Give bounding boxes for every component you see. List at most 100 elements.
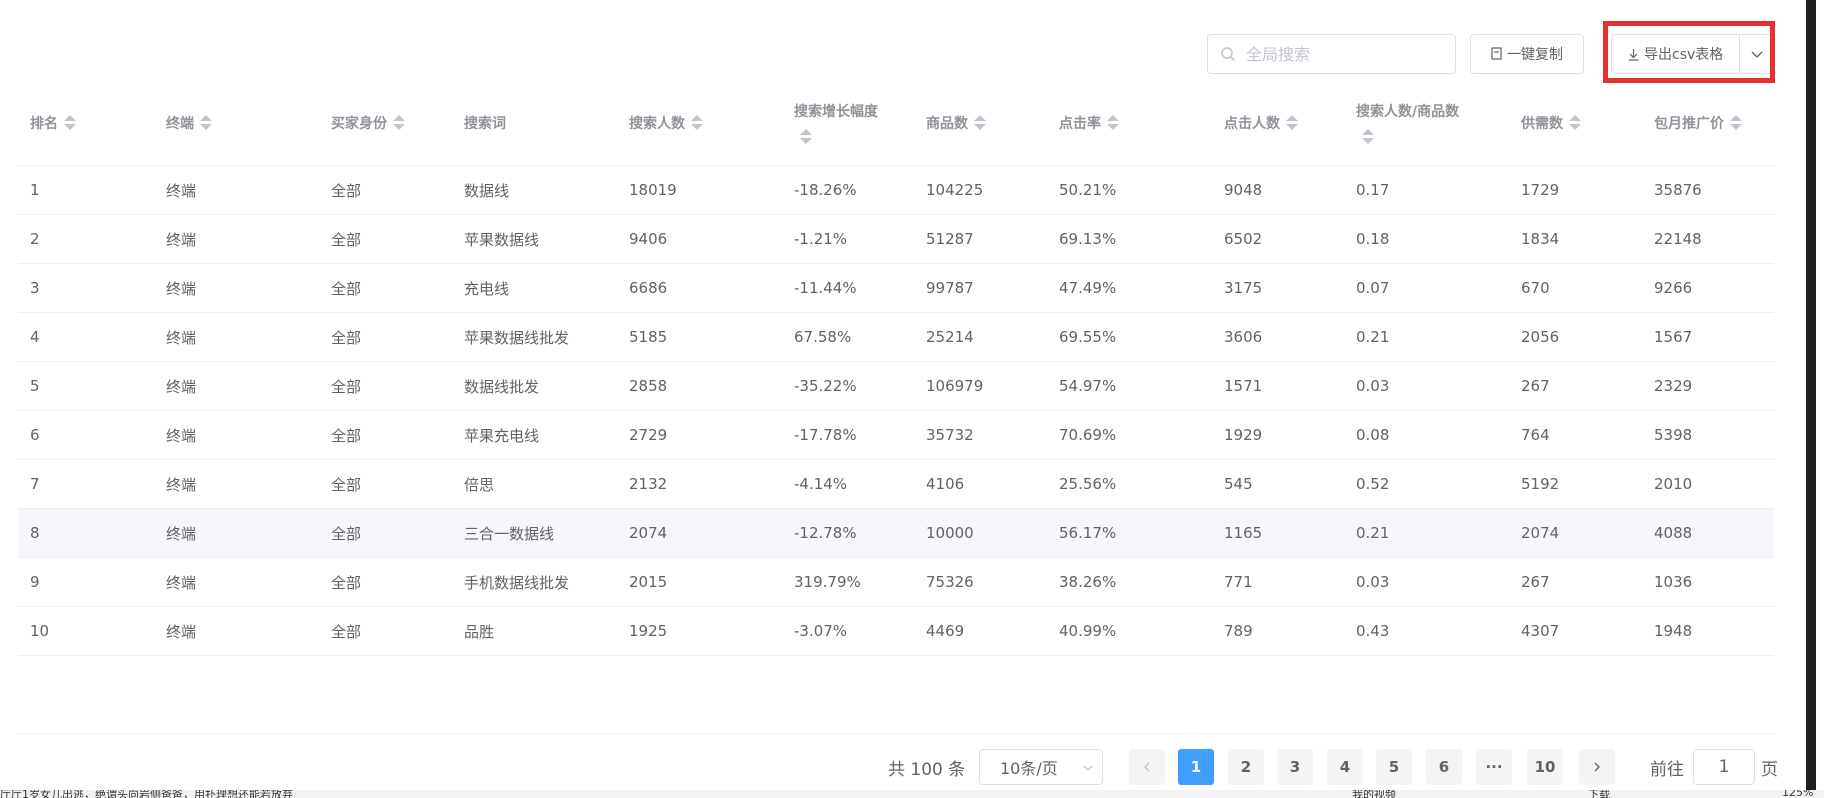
table-cell: 终端 bbox=[166, 328, 197, 347]
page-button[interactable]: 2 bbox=[1228, 749, 1264, 785]
table-cell: 全部 bbox=[331, 377, 362, 396]
news-ticker[interactable]: 厅厅1岁女儿出逃，绝谓头向岩侧爸爸，用扑理想还能若放弃 bbox=[0, 790, 293, 798]
table-cell: 终端 bbox=[166, 377, 197, 396]
highlight-box bbox=[1603, 21, 1775, 83]
table-cell: 51287 bbox=[926, 230, 974, 248]
table-cell: 69.55% bbox=[1059, 328, 1117, 346]
sort-icon[interactable] bbox=[1362, 129, 1374, 144]
page-button[interactable]: 10 bbox=[1527, 749, 1563, 785]
my-video-link[interactable]: 我的视频 bbox=[1352, 790, 1396, 798]
page-button[interactable]: 3 bbox=[1277, 749, 1313, 785]
table-cell: 全部 bbox=[331, 230, 362, 249]
sort-icon[interactable] bbox=[200, 115, 212, 130]
table-cell: 106979 bbox=[926, 377, 984, 395]
table-cell: 104225 bbox=[926, 181, 984, 199]
table-cell: 全部 bbox=[331, 426, 362, 445]
search-input[interactable] bbox=[1246, 44, 1446, 64]
sort-icon[interactable] bbox=[691, 115, 703, 130]
sort-icon[interactable] bbox=[1107, 115, 1119, 130]
search-input-wrapper[interactable] bbox=[1207, 34, 1456, 74]
column-header-search-per-product[interactable]: 搜索人数/商品数 bbox=[1344, 80, 1509, 165]
table-row[interactable]: 1 终端 全部 数据线 18019 -18.26% 104225 50.21% 9048 0.17… bbox=[18, 166, 1774, 215]
table-cell: 全部 bbox=[331, 475, 362, 494]
column-header-monthly-price[interactable]: 包月推广价 bbox=[1642, 80, 1774, 165]
table-cell: 苹果数据线 bbox=[464, 230, 540, 249]
page-jump-input[interactable]: 1 bbox=[1693, 749, 1755, 785]
scrollbar-thumb[interactable] bbox=[1806, 0, 1816, 790]
chevron-down-icon bbox=[1083, 765, 1093, 771]
table-cell: 4106 bbox=[926, 475, 965, 493]
column-header-buyer-identity[interactable]: 买家身份 bbox=[319, 80, 452, 165]
table-row[interactable]: 9 终端 全部 手机数据线批发 2015 319.79% 75326 38.26% 771 0.0… bbox=[18, 558, 1774, 607]
browser-status-bar: 厅厅1岁女儿出逃，绝谓头向岩侧爸爸，用扑理想还能若放弃 我的视频 下载 125% bbox=[0, 790, 1824, 798]
sort-icon[interactable] bbox=[974, 115, 986, 130]
sort-icon[interactable] bbox=[1569, 115, 1581, 130]
table-cell: 3606 bbox=[1224, 328, 1263, 346]
table-row[interactable]: 4 终端 全部 苹果数据线批发 5185 67.58% 25214 69.55% 3606 0.2… bbox=[18, 313, 1774, 362]
table-cell: 35732 bbox=[926, 426, 974, 444]
table-cell: 0.03 bbox=[1356, 573, 1390, 591]
column-header-keyword: 搜索词 bbox=[464, 115, 506, 132]
table-cell: 终端 bbox=[166, 230, 197, 249]
table-cell: 2 bbox=[30, 230, 40, 248]
table-cell: 终端 bbox=[166, 279, 197, 298]
table-cell: 9406 bbox=[629, 230, 668, 248]
table-cell: -3.07% bbox=[794, 622, 848, 640]
table-cell: 267 bbox=[1521, 377, 1550, 395]
table-row[interactable]: 10 终端 全部 品胜 1925 -3.07% 4469 40.99% 789 0.43 4307 1… bbox=[18, 607, 1774, 656]
table-cell: 6502 bbox=[1224, 230, 1263, 248]
sort-icon[interactable] bbox=[1730, 115, 1742, 130]
table-cell: 终端 bbox=[166, 475, 197, 494]
table-row[interactable]: 7 终端 全部 倍思 2132 -4.14% 4106 25.56% 545 0.52 5192 20… bbox=[18, 460, 1774, 509]
column-header-search-growth[interactable]: 搜索增长幅度 bbox=[782, 80, 914, 165]
table-cell: 1571 bbox=[1224, 377, 1263, 395]
download-link[interactable]: 下载 bbox=[1588, 790, 1610, 798]
sort-icon[interactable] bbox=[393, 115, 405, 130]
column-header-ctr[interactable]: 点击率 bbox=[1047, 80, 1212, 165]
table-cell: 1567 bbox=[1654, 328, 1693, 346]
table-cell: 2074 bbox=[629, 524, 668, 542]
page-size-select[interactable]: 10条/页 bbox=[979, 749, 1103, 785]
page-button[interactable]: 4 bbox=[1327, 749, 1363, 785]
table-cell: 全部 bbox=[331, 328, 362, 347]
table-cell: 38.26% bbox=[1059, 573, 1117, 591]
column-header-terminal[interactable]: 终端 bbox=[154, 80, 319, 165]
table-cell: 35876 bbox=[1654, 181, 1702, 199]
next-page-button[interactable] bbox=[1579, 749, 1615, 785]
copy-all-button[interactable]: 一键复制 bbox=[1470, 34, 1584, 74]
table-cell: 2858 bbox=[629, 377, 668, 395]
column-header-rank[interactable]: 排名 bbox=[18, 80, 154, 165]
page-button[interactable]: 1 bbox=[1178, 749, 1214, 785]
table-cell: 10 bbox=[30, 622, 50, 640]
sort-icon[interactable] bbox=[1286, 115, 1298, 130]
table-cell: 5185 bbox=[629, 328, 668, 346]
more-pages-button[interactable]: ··· bbox=[1476, 749, 1512, 785]
table-cell: 2074 bbox=[1521, 524, 1560, 542]
column-header-supply-demand[interactable]: 供需数 bbox=[1509, 80, 1642, 165]
column-header-clickers[interactable]: 点击人数 bbox=[1212, 80, 1344, 165]
column-header-searchers[interactable]: 搜索人数 bbox=[617, 80, 782, 165]
table-cell: 7 bbox=[30, 475, 40, 493]
sort-icon[interactable] bbox=[64, 115, 76, 130]
column-header-products[interactable]: 商品数 bbox=[914, 80, 1047, 165]
table-cell: 全部 bbox=[331, 622, 362, 641]
table-cell: 苹果充电线 bbox=[464, 426, 540, 445]
table-row[interactable]: 6 终端 全部 苹果充电线 2729 -17.78% 35732 70.69% 1929 0.08… bbox=[18, 411, 1774, 460]
table-cell: 终端 bbox=[166, 573, 197, 592]
page-button[interactable]: 6 bbox=[1426, 749, 1462, 785]
page-button[interactable]: 5 bbox=[1376, 749, 1412, 785]
table-cell: -4.14% bbox=[794, 475, 848, 493]
table-row[interactable]: 2 终端 全部 苹果数据线 9406 -1.21% 51287 69.13% 6502 0.18 1… bbox=[18, 215, 1774, 264]
table-row[interactable]: 8 终端 全部 三合一数据线 2074 -12.78% 10000 56.17% 1165 0.2… bbox=[18, 509, 1774, 558]
table-row[interactable]: 3 终端 全部 充电线 6686 -11.44% 99787 47.49% 3175 0.07 67… bbox=[18, 264, 1774, 313]
table-cell: 2015 bbox=[629, 573, 668, 591]
table-cell: 2010 bbox=[1654, 475, 1693, 493]
prev-page-button[interactable] bbox=[1129, 749, 1165, 785]
sort-icon[interactable] bbox=[800, 129, 812, 144]
table-row[interactable]: 5 终端 全部 数据线批发 2858 -35.22% 106979 54.97% 1571 0.0… bbox=[18, 362, 1774, 411]
data-table: 排名 终端 买家身份 搜索词 搜索人数 搜索增长幅度 商品数 点击率 点击人数 … bbox=[18, 80, 1774, 656]
zoom-level[interactable]: 125% bbox=[1782, 790, 1813, 798]
page-jump-suffix: 页 bbox=[1761, 759, 1778, 780]
table-cell: 0.18 bbox=[1356, 230, 1390, 248]
table-cell: 全部 bbox=[331, 573, 362, 592]
